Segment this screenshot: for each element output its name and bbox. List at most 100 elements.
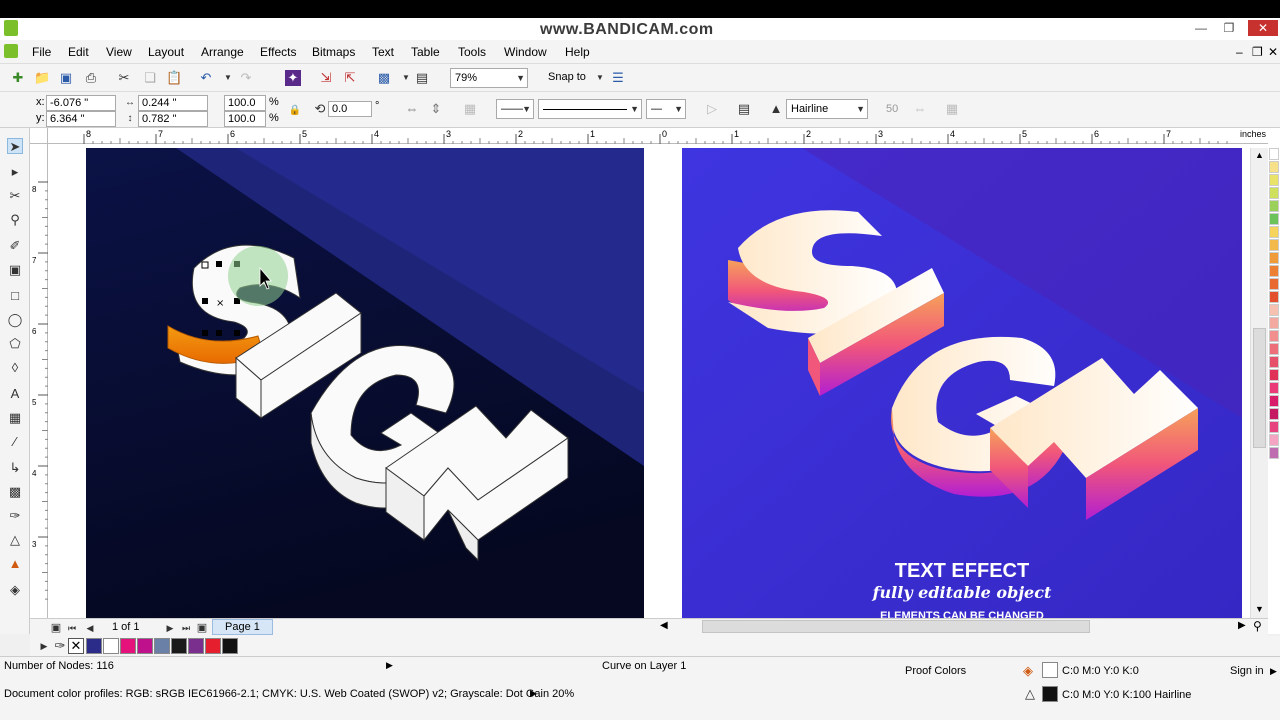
menu-arrange[interactable]: Arrange xyxy=(201,45,244,59)
ellipse-tool-icon[interactable]: ◯ xyxy=(7,312,23,328)
menu-effects[interactable]: Effects xyxy=(260,45,296,59)
palette-swatch[interactable] xyxy=(1269,148,1279,160)
vertical-scroll-thumb[interactable] xyxy=(1253,328,1266,448)
selection-handle[interactable] xyxy=(201,261,209,269)
selection-handle[interactable] xyxy=(234,330,240,336)
export-icon[interactable]: ⇱ xyxy=(342,70,358,86)
outline-tool-icon[interactable]: △ xyxy=(7,532,23,548)
vertical-scrollbar[interactable]: ▲ ▼ xyxy=(1250,148,1268,620)
palette-swatch[interactable] xyxy=(1269,187,1279,199)
document-color-swatch[interactable] xyxy=(120,638,136,654)
menu-table[interactable]: Table xyxy=(411,45,440,59)
minimize-window-icon[interactable]: — xyxy=(1190,20,1212,36)
document-color-swatch[interactable] xyxy=(205,638,221,654)
selection-handle[interactable] xyxy=(216,261,222,267)
document-color-swatch[interactable] xyxy=(103,638,119,654)
doc-minimize-icon[interactable]: – xyxy=(1236,45,1243,59)
import-icon[interactable]: ⇲ xyxy=(318,70,334,86)
shape-tool-icon[interactable]: ▸ xyxy=(7,164,23,180)
outline-color-swatch[interactable] xyxy=(1042,686,1058,702)
palette-swatch[interactable] xyxy=(1269,226,1279,238)
freehand-tool-icon[interactable]: ✐ xyxy=(7,238,23,254)
connector-tool-icon[interactable]: ↳ xyxy=(7,460,23,476)
basic-shapes-tool-icon[interactable]: ◊ xyxy=(7,360,23,376)
eyedropper-icon[interactable]: ✑ xyxy=(52,638,68,654)
interactive-fill-tool-icon[interactable]: ◈ xyxy=(7,582,23,598)
publish-pdf-icon[interactable]: ▩ xyxy=(376,70,392,86)
profiles-expand-icon[interactable]: ▶ xyxy=(530,688,537,699)
previous-page-icon[interactable]: ◀ xyxy=(82,620,98,636)
menu-edit[interactable]: Edit xyxy=(68,45,89,59)
eyedropper-tool-icon[interactable]: ✑ xyxy=(7,508,23,524)
chevron-right-icon[interactable]: ▶ xyxy=(1270,666,1277,677)
menu-text[interactable]: Text xyxy=(372,45,394,59)
menu-file[interactable]: File xyxy=(32,45,51,59)
scroll-left-icon[interactable]: ◀ xyxy=(660,620,668,631)
first-page-icon[interactable]: ⏮ xyxy=(64,620,80,636)
next-page-icon[interactable]: ▶ xyxy=(162,620,178,636)
palette-swatch[interactable] xyxy=(1269,200,1279,212)
no-color-swatch[interactable]: ✕ xyxy=(68,638,84,654)
doc-close-icon[interactable]: ✕ xyxy=(1268,45,1278,59)
document-color-swatch[interactable] xyxy=(154,638,170,654)
menu-help[interactable]: Help xyxy=(565,45,590,59)
palette-swatch[interactable] xyxy=(1269,174,1279,186)
palette-swatch[interactable] xyxy=(1269,161,1279,173)
tab-page-1[interactable]: Page 1 xyxy=(212,619,273,635)
menu-bitmaps[interactable]: Bitmaps xyxy=(312,45,355,59)
palette-swatch[interactable] xyxy=(1269,213,1279,225)
palette-menu-icon[interactable]: ▶ xyxy=(36,638,52,654)
x-position-field[interactable]: -6.076 " xyxy=(46,95,116,111)
sign-in-link[interactable]: Sign in xyxy=(1230,665,1264,677)
fill-color-swatch[interactable] xyxy=(1042,662,1058,678)
last-page-icon[interactable]: ⏭ xyxy=(178,620,194,636)
artwork-right[interactable]: TEXT EFFECT fully editable object ELEMEN… xyxy=(682,148,1242,620)
save-icon[interactable]: ▣ xyxy=(58,70,74,86)
document-color-swatch[interactable] xyxy=(171,638,187,654)
vertical-ruler[interactable]: 8 7 6 5 4 3 xyxy=(30,144,48,620)
close-window-icon[interactable]: ✕ xyxy=(1248,20,1278,36)
document-color-swatch[interactable] xyxy=(86,638,102,654)
palette-swatch[interactable] xyxy=(1269,369,1279,381)
open-folder-icon[interactable]: 📁 xyxy=(34,70,50,86)
print-icon[interactable]: ⎙ xyxy=(83,70,99,86)
horizontal-ruler[interactable]: 8 7 6 5 4 3 2 1 0 1 2 3 4 5 6 7 xyxy=(48,128,1268,144)
document-color-profiles[interactable]: Document color profiles: RGB: sRGB IEC61… xyxy=(4,688,574,700)
palette-swatch[interactable] xyxy=(1269,382,1279,394)
extrude-tool-icon[interactable]: ▩ xyxy=(7,484,23,500)
artwork-left-canvas[interactable]: × xyxy=(86,148,644,620)
crop-tool-icon[interactable]: ✂ xyxy=(7,188,23,204)
palette-swatch[interactable] xyxy=(1269,239,1279,251)
cut-icon[interactable]: ✂ xyxy=(116,70,132,86)
snap-to-button[interactable]: Snap to xyxy=(548,71,586,83)
undo-icon[interactable]: ↶ xyxy=(198,70,214,86)
zoom-to-fit-icon[interactable]: ⚲ xyxy=(1253,619,1262,633)
selection-handle[interactable] xyxy=(202,330,208,336)
paste-icon[interactable]: 📋 xyxy=(166,70,182,86)
zoom-tool-icon[interactable]: ⚲ xyxy=(7,212,23,228)
menu-tools[interactable]: Tools xyxy=(458,45,486,59)
palette-swatch[interactable] xyxy=(1269,434,1279,446)
document-color-swatch[interactable] xyxy=(137,638,153,654)
snap-dropdown-icon[interactable]: ▼ xyxy=(592,70,608,86)
height-field[interactable]: 0.782 " xyxy=(138,111,208,127)
new-document-icon[interactable]: ✚ xyxy=(10,70,26,86)
add-page-icon[interactable]: ▣ xyxy=(194,620,210,636)
document-color-swatch[interactable] xyxy=(188,638,204,654)
selection-handle[interactable] xyxy=(202,298,208,304)
horizontal-scroll-thumb[interactable] xyxy=(702,620,1090,633)
menu-layout[interactable]: Layout xyxy=(148,45,184,59)
ruler-origin[interactable] xyxy=(30,128,48,144)
palette-swatch[interactable] xyxy=(1269,252,1279,264)
table-tool-icon[interactable]: ▦ xyxy=(7,410,23,426)
status-expand-icon[interactable]: ▶ xyxy=(386,660,393,671)
scroll-up-icon[interactable]: ▲ xyxy=(1255,150,1264,160)
polygon-tool-icon[interactable]: ⬠ xyxy=(7,336,23,352)
scale-x-field[interactable]: 100.0 xyxy=(224,95,266,111)
restore-window-icon[interactable]: ❐ xyxy=(1218,20,1240,36)
width-field[interactable]: 0.244 " xyxy=(138,95,208,111)
close-curve-icon[interactable]: ▷ xyxy=(704,101,720,117)
palette-swatch[interactable] xyxy=(1269,291,1279,303)
selection-handle[interactable] xyxy=(216,330,222,336)
copy-icon[interactable]: ❏ xyxy=(142,70,158,86)
